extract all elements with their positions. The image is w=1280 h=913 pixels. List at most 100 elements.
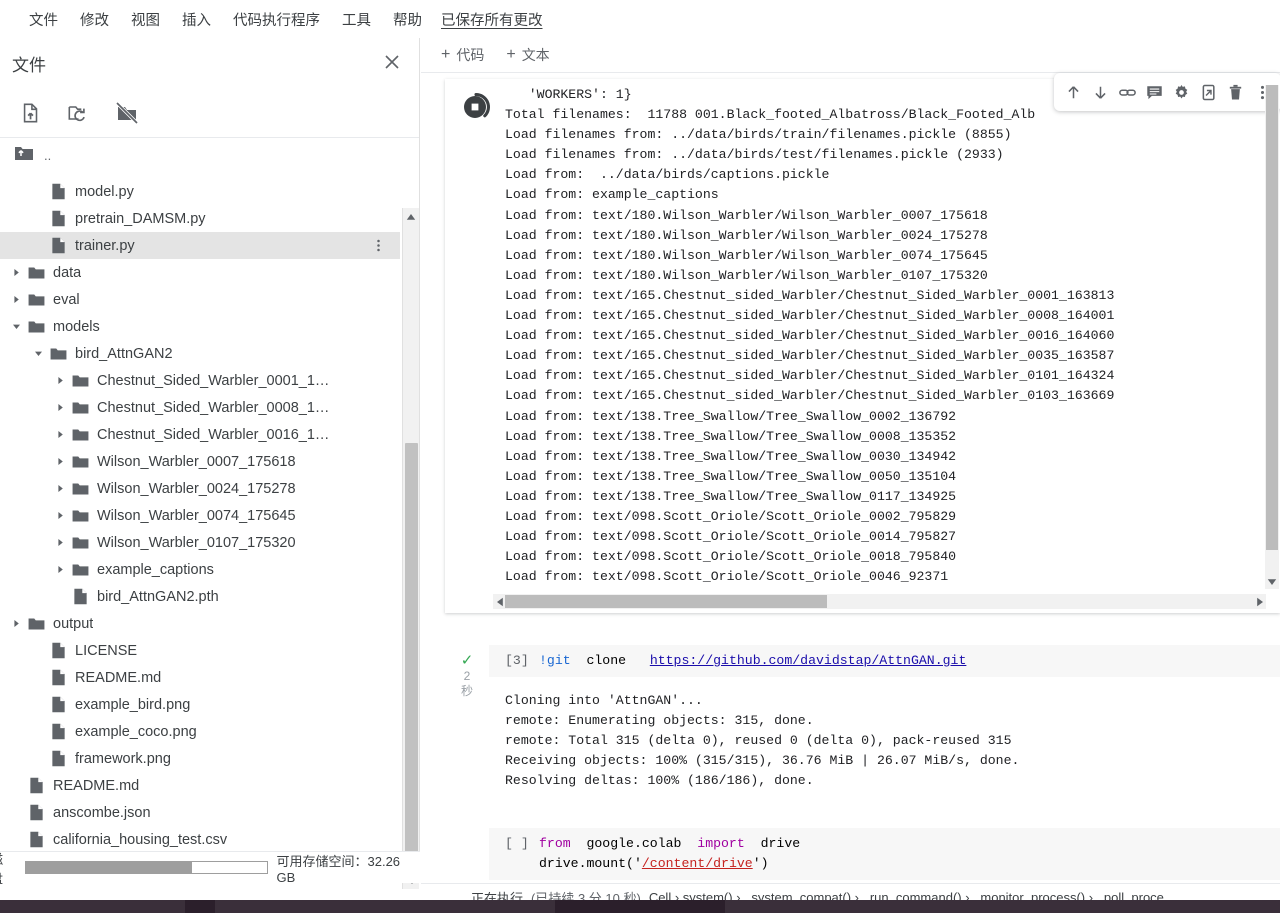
tree-folder-row[interactable]: eval [0,286,400,313]
chevron-right-icon[interactable] [52,427,68,443]
folder-icon [70,563,90,577]
tree-folder-row[interactable]: output [0,610,400,637]
parent-folder-icon [14,145,34,166]
mount-drive-off-icon[interactable] [114,100,140,126]
tree-folder-row[interactable]: models [0,313,400,340]
tree-item-label: example_captions [97,561,214,578]
git-clone-code-row[interactable]: [3] !git clone https://github.com/davidst… [489,645,1280,677]
caret-spacer [30,184,46,200]
scroll-up-arrow-icon[interactable] [403,208,419,225]
plus-icon: + [441,46,451,63]
chevron-right-icon[interactable] [52,535,68,551]
tree-folder-row[interactable]: Wilson_Warbler_0024_175278 [0,475,400,502]
tree-file-row[interactable]: framework.png [0,745,400,772]
chevron-right-icon[interactable] [8,616,24,632]
disk-free-label: 可用存储空间：32.26 GB [276,853,401,885]
caret-spacer [8,778,24,794]
file-tree: model.py pretrain_DAMSM.py trainer.py data e… [0,178,400,851]
file-tree-scroll-area[interactable]: model.py pretrain_DAMSM.py trainer.py data e… [0,178,420,851]
file-icon [48,183,68,200]
tree-folder-row[interactable]: Chestnut_Sided_Warbler_0016_1… [0,421,400,448]
file-icon [26,804,46,821]
chevron-down-icon[interactable] [30,346,46,362]
output-scroll-down-arrow-icon[interactable] [1265,574,1279,589]
folder-icon [26,320,46,334]
tree-file-row[interactable]: model.py [0,178,400,205]
chevron-right-icon[interactable] [52,562,68,578]
tree-file-row[interactable]: example_coco.png [0,718,400,745]
tree-item-label: bird_AttnGAN2.pth [97,588,219,605]
add-code-cell-label: 代码 [456,47,485,63]
caret-spacer [30,643,46,659]
parent-directory-row[interactable]: .. [0,138,419,172]
output-scroll-right-arrow-icon[interactable] [1253,594,1266,609]
chevron-down-icon[interactable] [8,319,24,335]
menu-item-file[interactable]: 文件 [18,6,69,33]
menu-item-insert[interactable]: 插入 [171,6,222,33]
caret-spacer [30,724,46,740]
chevron-right-icon[interactable] [52,400,68,416]
add-text-cell-button[interactable]: + 文本 [506,45,549,65]
close-icon[interactable] [379,49,405,75]
tree-item-label: output [53,615,94,632]
execution-time-value: 2 [463,669,471,683]
tree-file-row[interactable]: README.md [0,772,400,799]
chevron-right-icon[interactable] [52,481,68,497]
chevron-right-icon[interactable] [8,265,24,281]
tree-item-more-icon[interactable] [370,237,386,253]
cell-output-text: 'WORKERS': 1} Total filenames: 11788 001… [505,87,1115,585]
caret-spacer [30,751,46,767]
tree-file-row[interactable]: anscombe.json [0,799,400,826]
file-icon [48,210,68,227]
menu-item-tools[interactable]: 工具 [331,6,382,33]
upload-file-icon[interactable] [18,100,44,126]
tree-item-label: framework.png [75,750,171,767]
tree-item-label: Chestnut_Sided_Warbler_0008_1… [97,399,330,416]
git-repo-url-link[interactable]: https://github.com/davidstap/AttnGAN.git [650,653,967,668]
tree-file-row[interactable]: pretrain_DAMSM.py [0,205,400,232]
tree-item-label: README.md [53,777,140,794]
file-pane-scroll-thumb[interactable] [405,443,418,853]
save-status-link[interactable]: 已保存所有更改 [441,9,543,30]
chevron-right-icon[interactable] [52,454,68,470]
file-pane-scrollbar[interactable] [402,208,419,889]
file-icon [48,669,68,686]
chevron-right-icon[interactable] [52,508,68,524]
tree-file-row[interactable]: bird_AttnGAN2.pth [0,583,400,610]
tree-file-row[interactable]: LICENSE [0,637,400,664]
tree-folder-row[interactable]: bird_AttnGAN2 [0,340,400,367]
tree-folder-row[interactable]: Wilson_Warbler_0007_175618 [0,448,400,475]
tree-item-label: example_coco.png [75,723,197,740]
tree-item-label: anscombe.json [53,804,151,821]
chevron-right-icon[interactable] [8,292,24,308]
tree-item-label: pretrain_DAMSM.py [75,210,206,227]
menu-item-view[interactable]: 视图 [120,6,171,33]
output-vertical-scrollbar[interactable] [1265,85,1279,589]
folder-icon [70,374,90,388]
menu-item-edit[interactable]: 修改 [69,6,120,33]
tree-item-label: bird_AttnGAN2 [75,345,173,362]
tree-file-row[interactable]: README.md [0,664,400,691]
folder-icon [48,347,68,361]
files-pane: 文件 .. model.py pretrain_DAMSM.py trainer… [0,38,420,889]
tree-folder-row[interactable]: Wilson_Warbler_0074_175645 [0,502,400,529]
tree-folder-row[interactable]: Chestnut_Sided_Warbler_0008_1… [0,394,400,421]
menu-item-runtime[interactable]: 代码执行程序 [222,6,331,33]
tree-file-row[interactable]: example_bird.png [0,691,400,718]
output-vertical-scroll-thumb[interactable] [1266,85,1278,550]
refresh-folder-icon[interactable] [66,100,92,126]
folder-icon [70,401,90,415]
menu-item-help[interactable]: 帮助 [382,6,433,33]
stop-running-icon[interactable] [460,91,492,123]
tree-folder-row[interactable]: Wilson_Warbler_0107_175320 [0,529,400,556]
tree-folder-row[interactable]: example_captions [0,556,400,583]
tree-folder-row[interactable]: Chestnut_Sided_Warbler_0001_1… [0,367,400,394]
drive-mount-code-row[interactable]: [ ] from google.colab import drive drive.… [489,828,1280,880]
tree-file-row[interactable]: trainer.py [0,232,400,259]
tree-file-row[interactable]: california_housing_test.csv [0,826,400,851]
add-code-cell-button[interactable]: + 代码 [441,45,484,65]
tree-folder-row[interactable]: data [0,259,400,286]
output-horizontal-scroll-thumb[interactable] [505,595,827,608]
output-horizontal-scrollbar[interactable] [493,594,1266,609]
chevron-right-icon[interactable] [52,373,68,389]
